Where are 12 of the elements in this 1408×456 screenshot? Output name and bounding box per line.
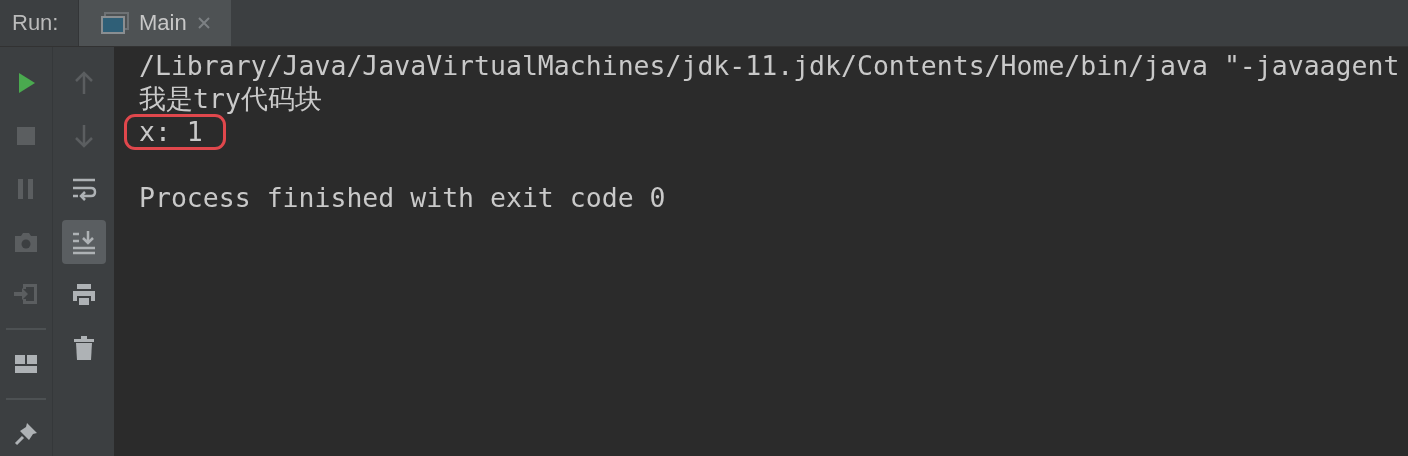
console-line: /Library/Java/JavaVirtualMachines/jdk-11.jdk/Contents/Home/bin/java "-javaagent [139, 49, 1400, 82]
scroll-to-end-button[interactable] [61, 220, 106, 264]
window-icon [101, 12, 129, 34]
soft-wrap-icon[interactable] [70, 176, 97, 202]
scroll-to-end-icon[interactable] [70, 229, 97, 255]
close-icon[interactable] [196, 16, 211, 30]
console-line: 我是try代码块 [139, 82, 322, 115]
printer-icon[interactable] [70, 282, 97, 308]
console-line: x: 1 [127, 117, 223, 147]
console-line: Process finished with exit code 0 [139, 181, 666, 214]
editor-tab[interactable]: Main [79, 0, 231, 46]
pin-icon[interactable] [13, 421, 39, 448]
